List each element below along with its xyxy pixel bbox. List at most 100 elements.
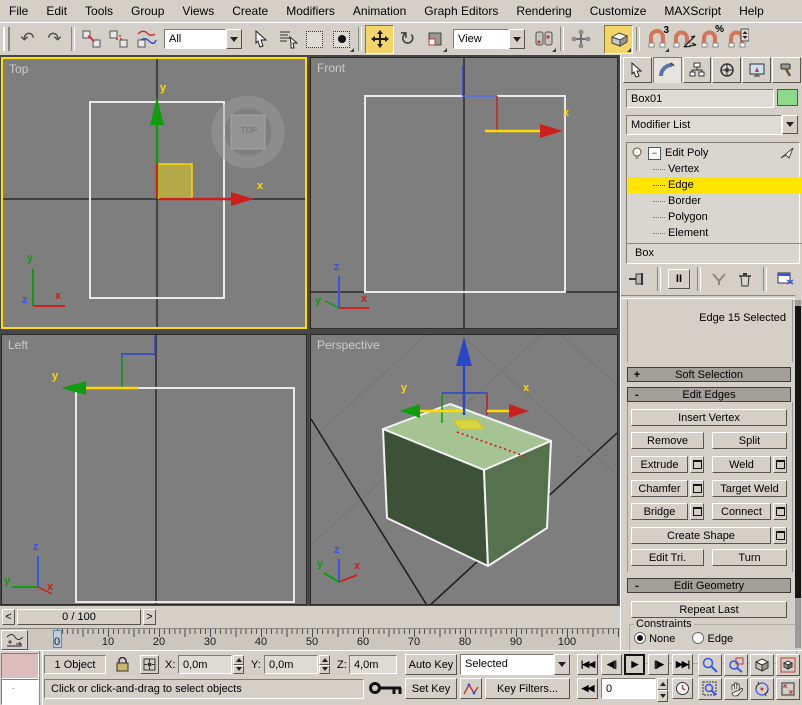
stack-item-border[interactable]: Border — [627, 193, 802, 209]
pin-stack-button[interactable] — [626, 268, 650, 290]
viewport-top[interactable]: Top TOP y x y z x — [1, 57, 307, 329]
menu-group[interactable]: Group — [122, 0, 173, 22]
undo-button[interactable]: ↶ — [14, 26, 41, 53]
menu-maxscript[interactable]: MAXScript — [655, 0, 730, 22]
zoom-extents-button[interactable] — [750, 654, 774, 676]
x-coordinate-field[interactable]: 0,0m — [178, 655, 232, 674]
viewport-left[interactable]: Left y z y x — [1, 334, 307, 605]
selection-filter-dropdown-button[interactable] — [226, 29, 242, 49]
auto-key-button[interactable]: Auto Key — [405, 654, 457, 675]
tab-modify[interactable] — [652, 57, 682, 83]
snap-toggle-3d-button[interactable]: 3 — [643, 25, 670, 53]
modifier-list-combo[interactable]: Modifier List — [626, 115, 798, 135]
select-and-manipulate-button[interactable] — [567, 26, 594, 53]
unlink-selection-button[interactable] — [105, 26, 132, 53]
zoom-extents-all-button[interactable] — [776, 654, 800, 676]
menu-customize[interactable]: Customize — [581, 0, 656, 22]
create-shape-settings-button[interactable] — [773, 527, 787, 544]
object-color-swatch[interactable] — [777, 89, 798, 106]
menu-create[interactable]: Create — [223, 0, 277, 22]
insert-vertex-button[interactable]: Insert Vertex — [631, 409, 787, 426]
rollout-edit-geometry[interactable]: - Edit Geometry — [627, 578, 791, 593]
menu-file[interactable]: File — [0, 0, 37, 22]
frame-spinner[interactable] — [657, 678, 668, 702]
maximize-viewport-toggle-button[interactable] — [776, 678, 800, 700]
set-key-button[interactable]: Set Key — [405, 678, 457, 699]
pan-view-button[interactable] — [724, 678, 748, 700]
absolute-offset-mode-toggle[interactable] — [140, 655, 159, 674]
tab-hierarchy[interactable] — [682, 57, 712, 83]
object-name-field[interactable]: Box01 — [626, 89, 774, 108]
stack-item-vertex[interactable]: Vertex — [627, 161, 802, 177]
select-and-rotate-button[interactable]: ↻ — [394, 26, 421, 53]
go-to-start-button[interactable]: |◀◀ — [577, 654, 598, 675]
angle-snap-toggle-button[interactable] — [670, 26, 697, 53]
tab-create[interactable] — [623, 57, 652, 83]
panel-scrollbar-thumb[interactable] — [795, 306, 801, 598]
create-shape-button[interactable]: Create Shape — [631, 527, 771, 544]
spinner-snap-toggle-button[interactable] — [724, 26, 751, 53]
bind-to-space-warp-button[interactable] — [132, 26, 159, 53]
menu-rendering[interactable]: Rendering — [507, 0, 580, 22]
viewport-top-label[interactable]: Top — [9, 62, 28, 76]
bridge-settings-button[interactable] — [690, 503, 704, 520]
select-by-name-button[interactable] — [274, 26, 301, 53]
remove-modifier-button[interactable] — [734, 269, 756, 289]
selection-filter-combo[interactable]: All — [164, 29, 242, 49]
bridge-button[interactable]: Bridge — [631, 503, 688, 520]
configure-modifier-sets-button[interactable] — [774, 269, 798, 289]
open-mini-curve-editor-button[interactable] — [1, 630, 28, 650]
default-in-out-tangents-button[interactable] — [460, 678, 482, 699]
x-spinner[interactable] — [233, 655, 244, 674]
weld-settings-button[interactable] — [773, 456, 787, 473]
select-and-scale-button[interactable] — [421, 26, 448, 53]
zoom-button[interactable] — [698, 654, 722, 676]
menu-views[interactable]: Views — [173, 0, 223, 22]
play-animation-button[interactable]: ▶ — [624, 654, 645, 675]
menu-modifiers[interactable]: Modifiers — [277, 0, 344, 22]
key-mode-dropdown-button[interactable] — [554, 654, 570, 675]
time-slider-handle[interactable]: 0 / 100 — [17, 609, 141, 625]
constraint-none-radio[interactable]: None — [634, 632, 675, 645]
chamfer-settings-button[interactable] — [690, 480, 704, 497]
region-zoom-button[interactable] — [698, 678, 722, 700]
rollout-soft-selection[interactable]: + Soft Selection — [627, 367, 791, 382]
window-crossing-toggle-button[interactable] — [328, 26, 355, 53]
y-spinner[interactable] — [319, 655, 330, 674]
extrude-button[interactable]: Extrude — [631, 456, 688, 473]
menu-tools[interactable]: Tools — [76, 0, 122, 22]
select-and-link-button[interactable] — [78, 26, 105, 53]
stack-item-box-base[interactable]: Box — [627, 243, 802, 261]
turn-button[interactable]: Turn — [712, 549, 787, 566]
key-mode-toggle-button[interactable]: ◀◀ — [577, 678, 598, 699]
z-coordinate-field[interactable]: 4,0m — [349, 655, 397, 674]
previous-frame-button[interactable]: ◀|| — [601, 654, 622, 675]
toolbar-grip[interactable] — [3, 27, 10, 51]
coordsys-dropdown-button[interactable] — [509, 29, 525, 49]
viewport-front[interactable]: Front x z x y — [310, 57, 618, 329]
tab-utilities[interactable] — [772, 57, 801, 83]
snaps-toggle-button[interactable] — [604, 24, 633, 54]
remove-button[interactable]: Remove — [631, 432, 704, 449]
viewport-perspective-label[interactable]: Perspective — [317, 338, 380, 352]
key-mode-combo[interactable]: Selected — [460, 654, 570, 675]
stack-item-edit-poly[interactable]: − Edit Poly — [627, 145, 799, 161]
menu-edit[interactable]: Edit — [37, 0, 76, 22]
next-frame-button[interactable]: ||▶ — [648, 654, 669, 675]
set-key-key-icon[interactable] — [368, 677, 404, 699]
reference-coordinate-system-combo[interactable]: View — [453, 29, 525, 49]
stack-item-element[interactable]: Element — [627, 225, 802, 241]
weld-button[interactable]: Weld — [712, 456, 771, 473]
rollout-edit-edges[interactable]: - Edit Edges — [627, 387, 791, 402]
key-filters-button[interactable]: Key Filters... — [485, 678, 570, 699]
viewport-left-label[interactable]: Left — [8, 338, 28, 352]
chamfer-button[interactable]: Chamfer — [631, 480, 688, 497]
viewcube-top-face[interactable]: TOP — [239, 126, 259, 136]
tab-motion[interactable] — [712, 57, 742, 83]
redo-button[interactable]: ↷ — [41, 26, 68, 53]
tab-display[interactable] — [742, 57, 772, 83]
repeat-last-button[interactable]: Repeat Last — [631, 601, 787, 618]
menu-help[interactable]: Help — [730, 0, 773, 22]
extrude-settings-button[interactable] — [690, 456, 704, 473]
y-coordinate-field[interactable]: 0,0m — [264, 655, 318, 674]
